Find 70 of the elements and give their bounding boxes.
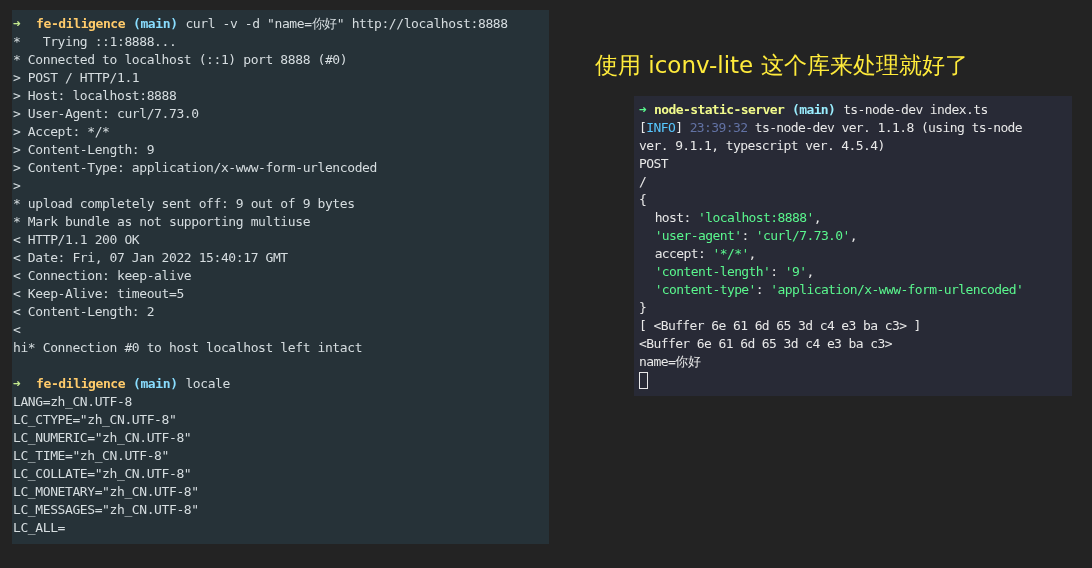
terminal-text: > Content-Length: 9 xyxy=(13,141,155,159)
terminal-text: < Content-Length: 2 xyxy=(13,303,155,321)
terminal-text: > Accept: */* xyxy=(13,123,110,141)
terminal-text: > User-Agent: curl/7.73.0 xyxy=(13,105,199,123)
log-level: INFO xyxy=(646,119,676,137)
terminal-text: } xyxy=(639,299,647,317)
terminal-text: accept: xyxy=(654,245,707,263)
terminal-text: LC_MESSAGES="zh_CN.UTF-8" xyxy=(13,501,199,519)
terminal-text: ver. 9.1.1, typescript ver. 4.5.4) xyxy=(639,137,885,155)
terminal-text: , xyxy=(748,245,756,263)
terminal-text: POST xyxy=(639,155,668,173)
terminal-text: LC_MONETARY="zh_CN.UTF-8" xyxy=(13,483,199,501)
branch-name: (main) xyxy=(133,15,178,33)
terminal-text: locale xyxy=(185,375,230,393)
terminal-text: < xyxy=(13,321,21,339)
terminal-text: * Trying ::1:8888... xyxy=(13,33,177,51)
terminal-text: * Mark bundle as not supporting multiuse xyxy=(13,213,311,231)
caption: 使用 iconv-lite 这个库来处理就好了 xyxy=(595,51,969,80)
string-value: 'curl/7.73.0' xyxy=(755,227,850,245)
terminal-text: { xyxy=(639,191,647,209)
terminal-text: LC_TIME="zh_CN.UTF-8" xyxy=(13,447,169,465)
terminal-text: < Connection: keep-alive xyxy=(13,267,192,285)
terminal-text: > Content-Type: application/x-www-form-urlencoded xyxy=(13,159,377,177)
terminal-text: LC_COLLATE="zh_CN.UTF-8" xyxy=(13,465,192,483)
string-value: 'user-agent' xyxy=(654,227,742,245)
terminal-text: ] xyxy=(675,119,684,137)
string-value: '9' xyxy=(784,263,807,281)
terminal-text: * Connected to localhost (::1) port 8888 (#0) xyxy=(13,51,348,69)
terminal-text: : xyxy=(770,263,779,281)
directory-name: fe-diligence xyxy=(36,375,126,393)
prompt-arrow: ➜ xyxy=(639,101,647,119)
terminal-text: name=你好 xyxy=(639,353,700,371)
branch-name: (main) xyxy=(133,375,178,393)
terminal-text: < Date: Fri, 07 Jan 2022 15:40:17 GMT xyxy=(13,249,288,267)
terminal-text: LC_ALL= xyxy=(13,519,65,537)
cursor-icon xyxy=(639,371,648,389)
prompt-arrow: ➜ xyxy=(13,375,21,393)
terminal-text: , xyxy=(849,227,858,245)
string-value: '*/*' xyxy=(712,245,749,263)
directory-name: fe-diligence xyxy=(36,15,126,33)
terminal-text: LC_NUMERIC="zh_CN.UTF-8" xyxy=(13,429,192,447)
terminal-text: / xyxy=(639,173,647,191)
terminal-text: < HTTP/1.1 200 OK xyxy=(13,231,140,249)
string-value: 'content-type' xyxy=(654,281,756,299)
terminal-text: < Keep-Alive: timeout=5 xyxy=(13,285,184,303)
terminal-text: LC_CTYPE="zh_CN.UTF-8" xyxy=(13,411,177,429)
terminal-text: , xyxy=(806,263,814,281)
prompt-arrow: ➜ xyxy=(13,15,21,33)
terminal-text: <Buffer 6e 61 6d 65 3d c4 e3 ba c3> xyxy=(639,335,892,353)
terminal-text: hi* Connection #0 to host localhost left intact xyxy=(13,339,363,357)
terminal-text: , xyxy=(813,209,821,227)
directory-name: node-static-server xyxy=(654,101,785,119)
terminal-text: ts-node-dev ver. 1.1.8 (using ts-node xyxy=(753,119,1023,137)
terminal-text: : xyxy=(755,281,765,299)
terminal-text: curl -v -d "name=你好" http://localhost:8888 xyxy=(185,15,508,33)
terminal-text: host: xyxy=(654,209,692,227)
string-value: 'application/x-www-form-urlencoded' xyxy=(770,281,1024,299)
timestamp: 23:39:32 xyxy=(689,119,748,137)
branch-name: (main) xyxy=(791,101,836,119)
terminal-text: * upload completely sent off: 9 out of 9 bytes xyxy=(13,195,355,213)
string-value: 'content-length' xyxy=(654,263,771,281)
terminal-text: > Host: localhost:8888 xyxy=(13,87,177,105)
terminal-text: > xyxy=(13,177,21,195)
terminal-text: LANG=zh_CN.UTF-8 xyxy=(13,393,132,411)
terminal-text: : xyxy=(741,227,750,245)
terminal-text: [ xyxy=(639,119,647,137)
terminal-text: > POST / HTTP/1.1 xyxy=(13,69,140,87)
terminal-text: ts-node-dev index.ts xyxy=(843,101,988,119)
string-value: 'localhost:8888' xyxy=(698,209,814,227)
terminal-text: [ <Buffer 6e 61 6d 65 3d c4 e3 ba c3> ] xyxy=(639,317,921,335)
